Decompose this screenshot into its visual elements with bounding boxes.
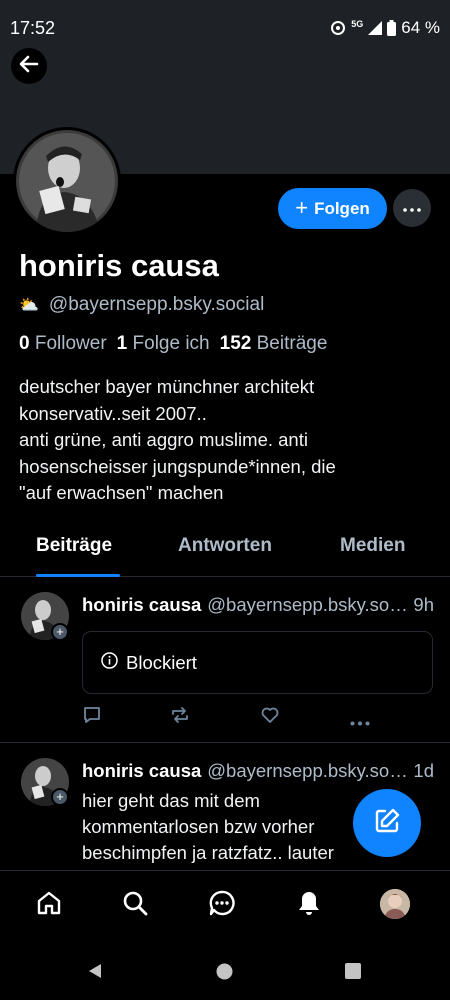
- home-icon[interactable]: [34, 888, 64, 918]
- status-icons: 5G 64 %: [330, 18, 440, 38]
- more-options-button[interactable]: [393, 189, 431, 227]
- recents-nav-icon[interactable]: [345, 963, 361, 984]
- post-author[interactable]: honiris causa: [82, 594, 201, 616]
- chat-icon[interactable]: [207, 888, 237, 918]
- bio-line: hosenscheisser jungspunde*innen, die: [19, 455, 336, 477]
- post-author[interactable]: honiris causa: [82, 760, 201, 782]
- bio-line: anti grüne, anti aggro muslime. anti: [19, 429, 308, 450]
- following-stat[interactable]: 1 Folge ich: [117, 333, 210, 355]
- post-time: 9h: [413, 594, 434, 615]
- system-navigation: [0, 940, 450, 1000]
- signal-icon: [368, 21, 383, 35]
- tab-antworten[interactable]: Antworten: [178, 535, 272, 557]
- post-text: hier geht das mit dem kommentarlosen bzw…: [82, 788, 382, 866]
- post-header: honiris causa @bayernsepp.bsky.social 1d: [82, 760, 434, 782]
- post-time: 1d: [413, 760, 434, 781]
- weather-emoji: ⛅: [19, 297, 39, 314]
- tab-medien[interactable]: Medien: [340, 535, 405, 557]
- search-icon[interactable]: [120, 888, 150, 918]
- feed-post[interactable]: + honiris causa @bayernsepp.bsky.social …: [0, 577, 450, 742]
- more-horizontal-icon: [403, 199, 421, 217]
- follow-plus-badge[interactable]: +: [51, 623, 69, 641]
- home-nav-icon[interactable]: [216, 963, 233, 985]
- reply-icon[interactable]: [82, 705, 102, 730]
- bottom-navigation: [0, 870, 450, 940]
- followers-stat[interactable]: 0 Follower: [19, 333, 107, 355]
- notifications-icon[interactable]: [294, 888, 324, 918]
- plus-icon: +: [295, 194, 309, 220]
- post-actions: [82, 705, 372, 727]
- battery-level: 64 %: [401, 18, 440, 37]
- like-icon[interactable]: [260, 705, 280, 730]
- data-saver-icon: [330, 20, 346, 36]
- profile-tabs: Beiträge Antworten Medien: [0, 526, 450, 577]
- more-horizontal-icon[interactable]: [350, 713, 370, 731]
- back-nav-icon[interactable]: [87, 963, 103, 984]
- post-text-line: kommentarlosen bzw vorher: [82, 816, 315, 837]
- post-handle[interactable]: @bayernsepp.bsky.social: [207, 760, 409, 782]
- follow-label: Folgen: [314, 198, 370, 218]
- tab-beitraege[interactable]: Beiträge: [36, 535, 112, 557]
- profile-bio: deutscher bayer münchner architekt konse…: [19, 374, 434, 507]
- status-time: 17:52: [10, 18, 56, 38]
- repost-icon[interactable]: [170, 705, 190, 730]
- follow-button[interactable]: + Folgen: [278, 188, 387, 229]
- post-text-line: beschimpfen ja ratzfatz.. lauter: [82, 842, 334, 863]
- bio-line: "auf erwachsen" machen: [19, 482, 224, 503]
- bio-line: konservativ..seit 2007..: [19, 402, 207, 424]
- posts-stat: 152 Beiträge: [219, 333, 328, 354]
- profile-avatar[interactable]: [380, 889, 410, 919]
- profile-stats: 0 Follower 1 Folge ich 152 Beiträge: [19, 333, 327, 355]
- blocked-label: Blockiert: [126, 651, 197, 673]
- compose-icon: [372, 806, 402, 841]
- compose-button[interactable]: [353, 789, 421, 857]
- post-header: honiris causa @bayernsepp.bsky.social 9h: [82, 594, 434, 616]
- info-icon: [101, 651, 118, 674]
- arrow-left-icon: [18, 53, 40, 80]
- profile-handle: @bayernsepp.bsky.social: [48, 294, 265, 315]
- handle-row: ⛅ @bayernsepp.bsky.social: [19, 294, 264, 316]
- avatar-image: [16, 130, 118, 232]
- back-button[interactable]: [11, 48, 47, 84]
- bio-line: deutscher bayer münchner architekt: [19, 376, 315, 397]
- status-bar: 17:52 5G 64 %: [0, 0, 450, 48]
- network-type: 5G: [351, 19, 364, 29]
- follow-plus-badge[interactable]: +: [51, 788, 69, 806]
- post-text-line: hier geht das mit dem: [82, 790, 260, 811]
- profile-avatar[interactable]: [13, 127, 121, 235]
- blocked-notice: Blockiert: [82, 631, 433, 694]
- battery-icon: [387, 20, 397, 36]
- post-handle[interactable]: @bayernsepp.bsky.social: [207, 594, 409, 616]
- profile-display-name: honiris causa: [19, 248, 219, 283]
